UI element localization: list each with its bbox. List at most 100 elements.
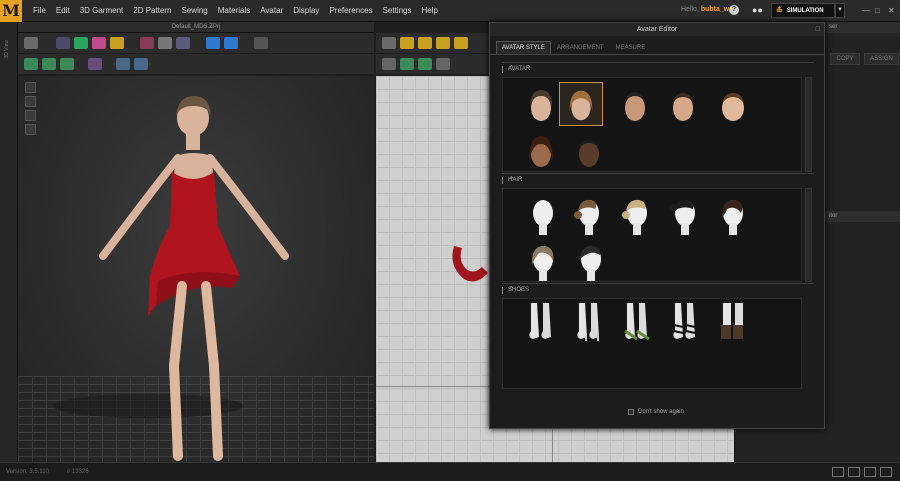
avatar-thumb-1[interactable] bbox=[519, 82, 563, 126]
layout-icons bbox=[832, 467, 892, 477]
2d-polygon-icon[interactable] bbox=[436, 37, 450, 49]
menu-file[interactable]: File bbox=[28, 6, 51, 15]
avatar-tool-icon[interactable] bbox=[24, 58, 38, 70]
import-icon[interactable] bbox=[24, 37, 38, 49]
avatar-thumb-3[interactable] bbox=[613, 82, 657, 126]
shoe-thumb-4[interactable] bbox=[661, 301, 705, 345]
tab-measure[interactable]: MEASURE bbox=[610, 41, 652, 54]
dialog-close-icon[interactable]: □ bbox=[816, 23, 820, 36]
garment-pink-icon[interactable] bbox=[92, 37, 106, 49]
2d-edit-point-icon[interactable] bbox=[400, 37, 414, 49]
tack-icon[interactable] bbox=[158, 37, 172, 49]
hair-thumb-3[interactable] bbox=[613, 193, 657, 237]
assign-button[interactable]: ASSIGN bbox=[864, 53, 899, 65]
shoe-thumb-3[interactable] bbox=[613, 301, 657, 345]
menu-settings[interactable]: Settings bbox=[378, 6, 417, 15]
avatar-neck bbox=[186, 134, 200, 150]
texture-2-icon[interactable] bbox=[134, 58, 148, 70]
hair-thumb-7[interactable] bbox=[567, 239, 611, 283]
menu-sewing[interactable]: Sewing bbox=[177, 6, 213, 15]
menu-2d-pattern[interactable]: 2D Pattern bbox=[128, 6, 176, 15]
app-logo: M bbox=[0, 0, 22, 22]
measure-icon[interactable] bbox=[176, 37, 190, 49]
hair-thumb-1[interactable] bbox=[519, 193, 563, 237]
menu-edit[interactable]: Edit bbox=[51, 6, 75, 15]
collapse-icon[interactable]: ⌃ bbox=[508, 285, 812, 294]
layout-3d-icon[interactable] bbox=[848, 467, 860, 477]
shoe-thumb-1[interactable] bbox=[517, 301, 561, 345]
left-strip: 3D View bbox=[0, 22, 18, 462]
avatar-tool-3-icon[interactable] bbox=[60, 58, 74, 70]
minimize-icon[interactable]: — bbox=[862, 6, 870, 15]
avatar-figure[interactable] bbox=[18, 76, 374, 462]
2d-seam-icon[interactable] bbox=[382, 58, 396, 70]
2d-check-icon[interactable] bbox=[436, 58, 450, 70]
avatar-thumb-5[interactable] bbox=[711, 82, 755, 126]
tab-arrangement[interactable]: ARRANGEMENT bbox=[551, 41, 610, 54]
avatar-scrollbar[interactable] bbox=[805, 77, 812, 172]
simulation-dropdown-icon[interactable]: ▼ bbox=[835, 3, 845, 18]
section-shoes-head[interactable]: SHOES ⌃ bbox=[502, 283, 814, 296]
menu-list: File Edit 3D Garment 2D Pattern Sewing M… bbox=[28, 6, 443, 15]
collapse-icon[interactable]: ⌃ bbox=[508, 175, 812, 184]
shoe-thumb-2[interactable] bbox=[565, 301, 609, 345]
section-hair-head[interactable]: HAIR ⌃ bbox=[502, 173, 814, 186]
hair-scrollbar[interactable] bbox=[805, 188, 812, 282]
shirt-blue-icon[interactable] bbox=[206, 37, 220, 49]
2d-select-icon[interactable] bbox=[382, 37, 396, 49]
layout-chart-icon[interactable] bbox=[880, 467, 892, 477]
layout-2d-icon[interactable] bbox=[864, 467, 876, 477]
2d-sew-icon[interactable] bbox=[400, 58, 414, 70]
arrangement-icon[interactable] bbox=[88, 58, 102, 70]
menu-preferences[interactable]: Preferences bbox=[324, 6, 377, 15]
dialog-tabs: AVATAR STYLE ARRANGEMENT MEASURE bbox=[490, 41, 824, 55]
maximize-icon[interactable]: □ bbox=[875, 6, 880, 15]
hair-thumb-5[interactable] bbox=[709, 193, 753, 237]
menu-3d-garment[interactable]: 3D Garment bbox=[75, 6, 129, 15]
hair-thumb-2[interactable] bbox=[565, 193, 609, 237]
avatar-thumb-4[interactable] bbox=[661, 82, 705, 126]
close-icon[interactable]: ✕ bbox=[888, 6, 895, 15]
shirt-blue-2-icon[interactable] bbox=[224, 37, 238, 49]
avatar-thumb-7[interactable] bbox=[567, 128, 611, 172]
avatar-thumb-2-selected[interactable] bbox=[559, 82, 603, 126]
tab-avatar-style[interactable]: AVATAR STYLE bbox=[496, 41, 551, 54]
2d-curve-icon[interactable] bbox=[418, 37, 432, 49]
texture-icon[interactable] bbox=[116, 58, 130, 70]
menu-help[interactable]: Help bbox=[416, 6, 442, 15]
menu-materials[interactable]: Materials bbox=[213, 6, 255, 15]
layout-split-icon[interactable] bbox=[832, 467, 844, 477]
shoe-thumb-5[interactable] bbox=[709, 301, 753, 345]
ruler-icon[interactable] bbox=[254, 37, 268, 49]
pin-icon[interactable] bbox=[140, 37, 154, 49]
select-mesh-icon[interactable] bbox=[56, 37, 70, 49]
3d-panel-title: Default_MDS.ZPrj bbox=[18, 22, 374, 33]
garment-green-icon[interactable] bbox=[74, 37, 88, 49]
dont-show-checkbox[interactable] bbox=[628, 409, 634, 415]
shoes-thumbnails bbox=[502, 298, 802, 389]
version-text: Version: 3.5.110 bbox=[6, 469, 49, 475]
hair-thumb-4[interactable] bbox=[661, 193, 705, 237]
dont-show-again[interactable]: Don't show again bbox=[628, 409, 684, 415]
section-avatar-head[interactable]: AVATAR ⌃ bbox=[502, 62, 814, 75]
fold-icon[interactable] bbox=[110, 37, 124, 49]
simulation-button[interactable]: ≛ SIMULATION bbox=[771, 3, 835, 18]
2d-sew-2-icon[interactable] bbox=[418, 58, 432, 70]
hair-thumbnails bbox=[502, 188, 802, 282]
copy-button[interactable]: COPY bbox=[830, 53, 860, 65]
help-icon[interactable]: ? bbox=[729, 5, 739, 15]
collapse-icon[interactable]: ⌃ bbox=[508, 64, 812, 73]
avatar-thumb-6[interactable] bbox=[519, 128, 563, 172]
menu-avatar[interactable]: Avatar bbox=[255, 6, 288, 15]
avatar-tool-2-icon[interactable] bbox=[42, 58, 56, 70]
3d-viewport[interactable] bbox=[18, 76, 374, 462]
3d-toolbar-top bbox=[18, 33, 374, 53]
simulation-label: SIMULATION bbox=[786, 7, 824, 14]
menu-display[interactable]: Display bbox=[288, 6, 324, 15]
2d-dart-icon[interactable] bbox=[454, 37, 468, 49]
section-marker bbox=[502, 287, 503, 294]
hello-label: Hello, bbox=[681, 6, 699, 13]
object-browser-head: ser bbox=[825, 22, 900, 33]
users-icon[interactable]: ●● bbox=[752, 5, 766, 15]
hair-thumb-6[interactable] bbox=[519, 239, 563, 283]
